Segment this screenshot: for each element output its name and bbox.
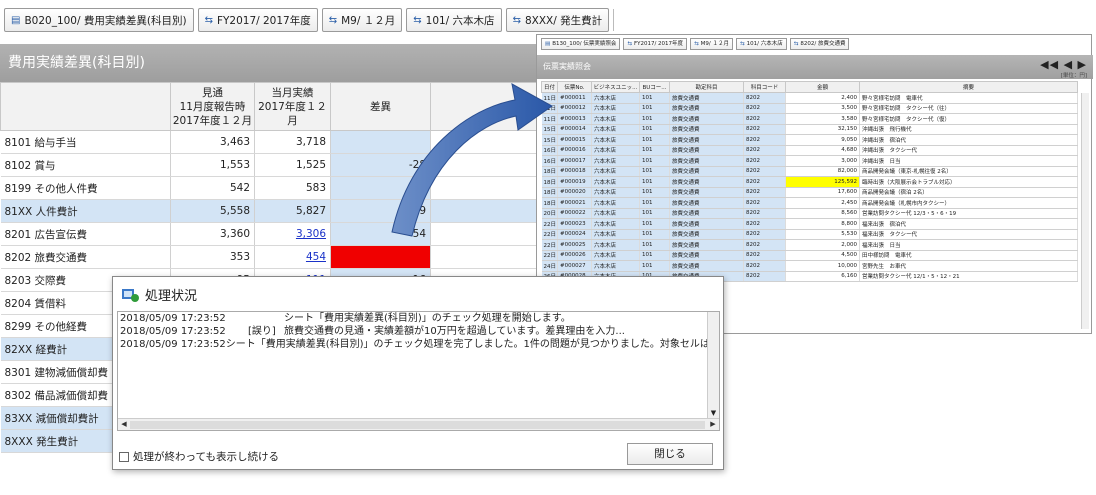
filter-icon: ⇆ [328, 14, 338, 26]
voucher-row[interactable]: 16日 #000017 六本木店 101 旅費交通費 8202 3,000 沖縄出張 日当 [541, 155, 1078, 167]
voucher-fiscal-year-button[interactable]: ⇆ FY2017/ 2017年度 [623, 38, 688, 50]
voucher-column-header[interactable]: 日付 [541, 81, 558, 93]
close-button[interactable]: 閉じる [627, 443, 713, 465]
unit-label: [単位：円] [1060, 73, 1087, 79]
log-line: 2018/05/09 17:23:52 [誤り] 旅費交通費の見通・実績差額が10万… [120, 326, 625, 337]
status-icon [121, 287, 139, 303]
voucher-toolbar: ▤ B130_100/ 伝票実績照会 ⇆ FY2017/ 2017年度 ⇆ M9/ １… [541, 38, 850, 50]
table-icon: ▤ [11, 14, 21, 26]
voucher-column-header[interactable]: 摘要 [859, 81, 1078, 93]
voucher-row[interactable]: 18日 #000018 六本木店 101 旅費交通費 8202 82,000 商品開発会議（東… [541, 166, 1078, 177]
reason-cell[interactable] [430, 245, 541, 269]
voucher-table: 日付 伝票No. ビジネスユニッ... BUコー... 勘定科目 科目コード 金額 摘要 11… [541, 81, 1078, 282]
voucher-row[interactable]: 11日 #000012 六本木店 101 旅費交通費 8202 3,500 野々宮様宅訪問 タ… [541, 103, 1078, 114]
voucher-column-header[interactable]: 金額 [785, 81, 860, 93]
voucher-row[interactable]: 22日 #000024 六本木店 101 旅費交通費 8202 5,530 福来出張 タクシー… [541, 229, 1078, 240]
voucher-column-header[interactable]: 勘定科目 [669, 81, 744, 93]
filter-icon: ⇆ [512, 14, 521, 26]
table-row[interactable]: 8199 その他人件費 542 583 41 [0, 176, 541, 200]
toolbar-account-button[interactable]: ⇆ 8XXX/ 発生費計 [505, 8, 610, 32]
header-forecast: 見通 11月度報告時 2017年度１２月 [170, 82, 255, 131]
voucher-column-header[interactable]: 伝票No. [557, 81, 592, 93]
scroll-left-icon[interactable]: ◀ [118, 419, 130, 430]
voucher-row[interactable]: 15日 #000014 六本木店 101 旅費交通費 8202 32,150 沖縄出張 飛行機… [541, 124, 1078, 135]
voucher-row[interactable]: 18日 #000019 六本木店 101 旅費交通費 8202 125,592 臨時出張（大阪… [541, 176, 1078, 188]
filter-icon: ⇆ [694, 41, 699, 47]
error-diff-cell[interactable]: 101 [330, 245, 431, 269]
scroll-thumb[interactable] [130, 421, 705, 429]
table-icon: ▤ [545, 41, 551, 47]
voucher-row[interactable]: 15日 #000015 六本木店 101 旅費交通費 8202 9,050 沖縄出張 宿泊代 [541, 134, 1078, 146]
voucher-row[interactable]: 11日 #000011 六本木店 101 旅費交通費 8202 2,400 野々宮様宅訪問 電… [541, 92, 1078, 104]
log-line: 2018/05/09 17:23:52 シート「費用実績差異(科目別)」のチェック… [120, 339, 720, 350]
table-row[interactable]: 81XX 人件費計 5,558 5,827 269 [0, 199, 541, 223]
toolbar-store-button[interactable]: ⇆ 101/ 六本木店 [406, 8, 502, 32]
voucher-column-header[interactable]: 科目コード [743, 81, 786, 93]
toolbar-fiscal-year-button[interactable]: ⇆ FY2017/ 2017年度 [197, 8, 318, 32]
table-row[interactable]: 8201 広告宣伝費 3,360 3,306 -54 [0, 222, 541, 246]
voucher-column-header[interactable]: BUコー... [639, 81, 670, 93]
table-row[interactable]: 8101 給与手当 3,463 3,718 [0, 130, 541, 154]
reason-cell[interactable] [430, 222, 541, 246]
dialog-title: 処理状況 [121, 285, 197, 304]
filter-icon: ⇆ [413, 14, 422, 26]
reason-cell[interactable] [430, 153, 541, 177]
table-row[interactable]: 8202 旅費交通費 353 454 101 [0, 245, 541, 269]
filter-icon: ⇆ [204, 14, 213, 26]
table-row[interactable]: 8102 賞与 1,553 1,525 -28 [0, 153, 541, 177]
sheet-title: 費用実績差異(科目別) [0, 44, 540, 82]
record-navigation[interactable]: ◀◀ ◀ ▶ [1040, 58, 1087, 71]
voucher-row[interactable]: 18日 #000020 六本木店 101 旅費交通費 8202 17,600 商品開発会議（宿… [541, 187, 1078, 198]
checkbox-icon[interactable] [119, 451, 129, 462]
voucher-row[interactable]: 18日 #000021 六本木店 101 旅費交通費 8202 2,450 商品開発会議（札幌… [541, 197, 1078, 209]
reason-cell[interactable] [430, 130, 541, 154]
header-diff: 差異 [330, 82, 431, 131]
actual-link[interactable]: 3,306 [296, 228, 326, 240]
voucher-row[interactable]: 20日 #000022 六本木店 101 旅費交通費 8202 8,560 営業訪問タクシー代… [541, 208, 1078, 219]
voucher-row[interactable]: 22日 #000026 六本木店 101 旅費交通費 8202 4,500 田中様訪問 電車代 [541, 250, 1078, 261]
toolbar-divider [613, 9, 615, 31]
header-actual: 当月実績 2017年度１２月 [254, 82, 331, 131]
filter-icon: ⇆ [793, 41, 799, 47]
keep-open-checkbox[interactable]: 処理が終わっても表示し続ける [119, 449, 279, 464]
voucher-store-button[interactable]: ⇆ 101/ 六本木店 [736, 38, 787, 50]
actual-link[interactable]: 454 [306, 251, 326, 263]
voucher-row[interactable]: 11日 #000013 六本木店 101 旅費交通費 8202 3,580 野々宮様宅訪問 タ… [541, 113, 1078, 125]
filter-icon: ⇆ [627, 41, 632, 47]
voucher-scrollbar[interactable] [1081, 93, 1089, 329]
main-toolbar: ▤ B020_100/ 費用実績差異(科目別) ⇆ FY2017/ 2017年度 ⇆… [4, 7, 615, 33]
reason-cell[interactable] [430, 199, 541, 223]
voucher-row[interactable]: 16日 #000016 六本木店 101 旅費交通費 8202 4,680 沖縄出張 タクシー… [541, 145, 1078, 156]
header-reason: 内容 [430, 82, 541, 131]
toolbar-month-button[interactable]: ⇆ M9/ １２月 [321, 8, 403, 32]
status-log[interactable]: 2018/05/09 17:23:52 シート「費用実績差異(科目別)」のチェック… [117, 311, 720, 431]
voucher-report-button[interactable]: ▤ B130_100/ 伝票実績照会 [541, 38, 621, 50]
voucher-title: 伝票実績照会 [537, 55, 1093, 79]
scroll-right-icon[interactable]: ▶ [707, 419, 719, 430]
voucher-column-header[interactable]: ビジネスユニッ... [591, 81, 640, 93]
voucher-row[interactable]: 22日 #000023 六本木店 101 旅費交通費 8202 8,800 福来出張 宿泊代 [541, 218, 1078, 230]
processing-status-dialog: 処理状況 2018/05/09 17:23:52 シート「費用実績差異(科目別)」… [112, 276, 724, 470]
header-account [0, 82, 171, 131]
voucher-row[interactable]: 22日 #000025 六本木店 101 旅費交通費 8202 2,000 福来出張 日当 [541, 239, 1078, 251]
reason-cell[interactable] [430, 176, 541, 200]
filter-icon: ⇆ [740, 41, 745, 47]
log-line: 2018/05/09 17:23:52 シート「費用実績差異(科目別)」のチェック… [120, 313, 571, 324]
log-horizontal-scrollbar[interactable]: ◀ ▶ [118, 418, 719, 430]
voucher-row[interactable]: 24日 #000027 六本木店 101 旅費交通費 8202 10,000 宮野先生 お車代 [541, 260, 1078, 272]
log-vertical-scrollbar[interactable]: ▼ [707, 312, 719, 419]
voucher-month-button[interactable]: ⇆ M9/ １２月 [690, 38, 734, 50]
toolbar-report-button[interactable]: ▤ B020_100/ 費用実績差異(科目別) [4, 8, 194, 32]
voucher-account-button[interactable]: ⇆ 8202/ 旅費交通費 [789, 38, 850, 50]
